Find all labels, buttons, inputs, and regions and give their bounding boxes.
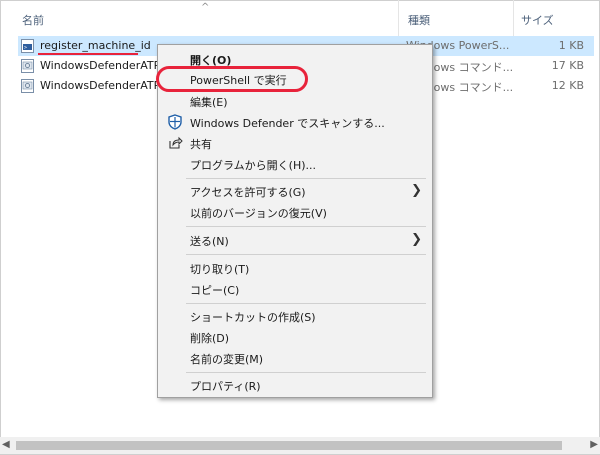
context-menu: 開く(O) PowerShell で実行 編集(E) Windows Defen…	[157, 44, 433, 398]
menu-separator	[186, 226, 426, 227]
menu-item-label: 切り取り(T)	[190, 263, 250, 276]
menu-item-label: 送る(N)	[190, 235, 229, 248]
file-name: WindowsDefenderATPL	[40, 59, 167, 72]
share-icon	[169, 136, 183, 149]
column-divider[interactable]	[513, 0, 514, 36]
column-name-header[interactable]: 名前	[22, 12, 44, 28]
menu-item-label: 名前の変更(M)	[190, 353, 264, 366]
column-size-header[interactable]: サイズ	[521, 12, 554, 28]
menu-item-open-with[interactable]: プログラムから開く(H)...	[158, 153, 432, 175]
file-name: WindowsDefenderATPL	[40, 79, 167, 92]
menu-separator	[186, 372, 426, 373]
menu-item-share[interactable]: 共有	[158, 132, 432, 154]
menu-item-label: プロパティ(R)	[190, 380, 261, 393]
menu-item-rename[interactable]: 名前の変更(M)	[158, 347, 432, 369]
chevron-right-icon: ❯	[411, 183, 422, 198]
column-divider[interactable]	[398, 0, 399, 36]
menu-item-create-shortcut[interactable]: ショートカットの作成(S)	[158, 305, 432, 327]
annotation-highlight-circle	[156, 66, 308, 92]
chevron-right-icon: ❯	[411, 232, 422, 247]
menu-item-label: コピー(C)	[190, 284, 240, 297]
windows-defender-icon	[168, 114, 182, 130]
menu-item-defender-scan[interactable]: Windows Defender でスキャンする...	[158, 111, 432, 133]
menu-separator	[186, 303, 426, 304]
annotation-underline	[38, 53, 138, 55]
horizontal-scrollbar[interactable]: ◀ ▶	[0, 437, 600, 454]
menu-item-delete[interactable]: 削除(D)	[158, 326, 432, 348]
file-name: register_machine_id	[40, 39, 151, 52]
menu-item-label: ショートカットの作成(S)	[190, 311, 316, 324]
sort-ascending-icon: ^	[201, 2, 210, 13]
menu-separator	[186, 254, 426, 255]
column-header: 名前 ^ 種類 サイズ	[0, 0, 600, 36]
menu-item-edit[interactable]: 編集(E)	[158, 90, 432, 112]
menu-item-restore-versions[interactable]: 以前のバージョンの復元(V)	[158, 201, 432, 223]
scroll-left-icon[interactable]: ◀	[2, 439, 10, 450]
menu-item-send-to[interactable]: 送る(N) ❯	[158, 229, 432, 251]
scrollbar-thumb[interactable]	[16, 441, 562, 450]
menu-item-copy[interactable]: コピー(C)	[158, 278, 432, 300]
menu-item-label: 以前のバージョンの復元(V)	[190, 207, 327, 220]
menu-separator	[186, 178, 426, 179]
menu-item-label: プログラムから開く(H)...	[190, 159, 317, 172]
svg-text:>_: >_	[24, 45, 31, 51]
menu-item-label: 編集(E)	[190, 96, 228, 109]
menu-item-give-access[interactable]: アクセスを許可する(G) ❯	[158, 180, 432, 202]
column-type-header[interactable]: 種類	[408, 12, 430, 28]
powershell-script-icon: >_	[21, 39, 34, 53]
file-size: 1 KB	[558, 39, 584, 52]
menu-item-label: Windows Defender でスキャンする...	[190, 117, 385, 130]
scroll-right-icon[interactable]: ▶	[590, 439, 598, 450]
file-size: 17 KB	[551, 59, 584, 72]
command-script-icon	[21, 59, 34, 73]
menu-item-label: 削除(D)	[190, 332, 230, 345]
menu-item-label: 共有	[190, 138, 212, 151]
menu-item-properties[interactable]: プロパティ(R)	[158, 374, 432, 396]
menu-item-label: アクセスを許可する(G)	[190, 186, 306, 199]
menu-item-cut[interactable]: 切り取り(T)	[158, 257, 432, 279]
file-size: 12 KB	[551, 79, 584, 92]
command-script-icon	[21, 79, 34, 93]
